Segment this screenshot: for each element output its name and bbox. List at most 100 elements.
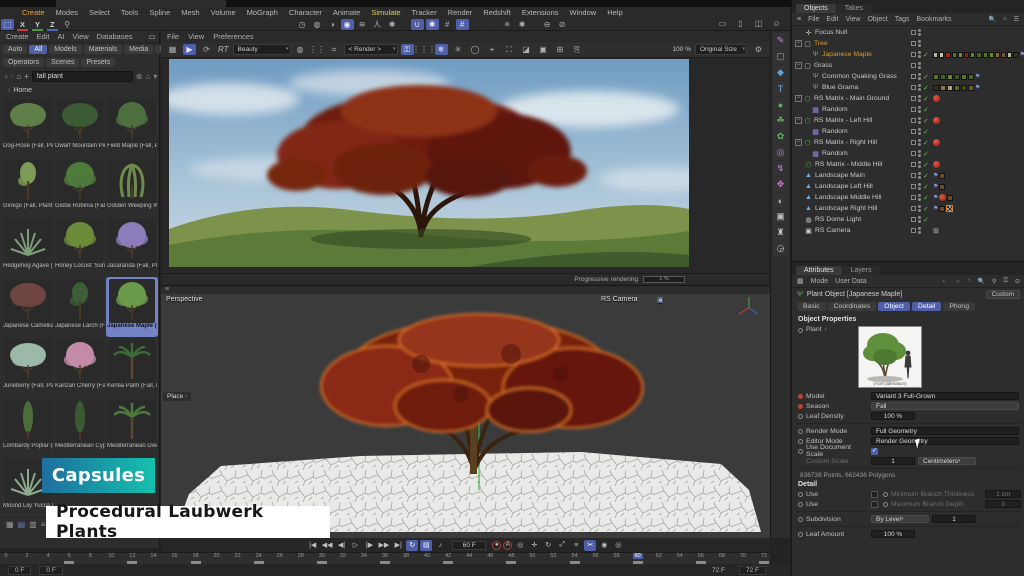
filter-icon[interactable]: ☰ (1014, 16, 1019, 23)
value-field[interactable]: 1 (871, 457, 915, 465)
enable-toggle[interactable] (911, 162, 916, 167)
expand-toggle[interactable]: − (795, 95, 802, 102)
redshift-object-tag[interactable] (933, 139, 940, 146)
end-frame-field[interactable]: 72 F (739, 566, 766, 575)
timeline-tick[interactable]: 34 (361, 553, 367, 559)
grid-icon[interactable]: # (441, 19, 454, 30)
phong-tag[interactable]: ⚑ (933, 172, 938, 179)
visibility-dots[interactable] (918, 150, 921, 157)
timeline-tick[interactable]: 40 (424, 553, 430, 559)
back-icon[interactable]: ‹ (5, 72, 8, 81)
timeline-tick[interactable]: 72 (761, 553, 767, 559)
solo-off-button[interactable]: ◉ (598, 540, 610, 551)
snap-magnet-icon[interactable]: ∪ (411, 19, 424, 30)
object-row[interactable]: −⬡RS Matrix - Right Hill✓ (792, 137, 1024, 148)
timeline-tick[interactable]: 70 (740, 553, 746, 559)
refresh-icon[interactable]: ⟳ (200, 44, 213, 55)
attribute-value-field[interactable]: 100 % (871, 530, 915, 538)
object-row[interactable]: ▦Random✓ (792, 126, 1024, 137)
camera-label[interactable]: RS Camera (601, 296, 638, 303)
array-generator-icon[interactable]: ☘ (773, 113, 789, 128)
visibility-dots[interactable] (918, 227, 921, 234)
layout-window-icon[interactable]: ▭ (716, 18, 729, 29)
material-swatch[interactable] (945, 52, 950, 58)
plant-item[interactable]: Japanese Camellia (Fal... (2, 277, 54, 337)
material-swatch[interactable] (933, 52, 938, 58)
menu-create[interactable]: Create (22, 8, 45, 17)
timeline-tick[interactable]: 16 (171, 553, 177, 559)
sim-active-icon[interactable]: ◉ (341, 19, 354, 30)
render-check[interactable]: ✓ (923, 139, 931, 147)
plant-item[interactable]: Lombardy Poplar (Fall... (2, 397, 54, 457)
playhead[interactable]: 60 (633, 553, 643, 559)
play-button[interactable]: ▷ (350, 540, 362, 551)
dock-icon[interactable]: ▭ (149, 32, 156, 41)
object-row[interactable]: ▣RS Camera⊞ (792, 225, 1024, 236)
menu-render[interactable]: Render (448, 8, 473, 17)
volume-cube-icon[interactable]: ◆ (773, 65, 789, 80)
timeline-tick[interactable]: 14 (150, 553, 156, 559)
timeline-tick[interactable]: 64 (677, 553, 683, 559)
object-row[interactable]: ▲Landscape Left Hill✓⚑ (792, 181, 1024, 192)
timeline-tick[interactable]: 24 (256, 553, 262, 559)
object-row[interactable]: ▲Landscape Main✓⚑ (792, 170, 1024, 181)
loop-mode-button[interactable]: ↻ (406, 540, 418, 551)
material-swatch[interactable] (968, 74, 974, 80)
plant-item[interactable]: Field Maple (Fall, Plant) (106, 97, 158, 157)
clear-search-icon[interactable]: ⊗ (136, 72, 143, 81)
timeline-tick[interactable]: 38 (403, 553, 409, 559)
plant-item[interactable]: Ginkgo (Fall, Plant) (2, 157, 54, 217)
object-row[interactable]: ΨBlue Grama✓⚑ (792, 82, 1024, 93)
material-swatch[interactable] (958, 52, 963, 58)
record-param-button[interactable]: ≡ (570, 540, 582, 551)
document-mode-button[interactable]: ▤ (420, 540, 432, 551)
object-row[interactable]: ▲Landscape Middle Hill✓⚑ (792, 192, 1024, 203)
primitive-cube-icon[interactable]: ▢ (773, 49, 789, 64)
timeline-ruler[interactable]: 0246810121416182022242628303234363840424… (0, 552, 770, 564)
timeline-tick[interactable]: 8 (89, 553, 92, 559)
obj-menu-object[interactable]: Object (867, 16, 887, 23)
object-row[interactable]: ΨJapanese Maple✓⚑ (792, 49, 1024, 60)
render-check[interactable]: ✓ (923, 117, 931, 125)
place-tool-chip[interactable]: Place › (163, 392, 191, 401)
view-label[interactable]: Perspective (166, 296, 203, 303)
timeline-tick[interactable]: 44 (466, 553, 472, 559)
material-swatch[interactable] (947, 195, 953, 201)
aov-icon[interactable]: ◍ (294, 44, 307, 55)
enable-toggle[interactable] (911, 129, 916, 134)
detail-view-icon[interactable]: ▥ (29, 520, 37, 529)
dim-tool2-icon[interactable]: ◌ (486, 19, 499, 30)
ab-menu-databases[interactable]: Databases (97, 32, 133, 41)
material-swatch[interactable] (1007, 52, 1012, 58)
visibility-dots[interactable] (918, 73, 921, 80)
timeline-tick[interactable]: 46 (487, 553, 493, 559)
menu-tracker[interactable]: Tracker (412, 8, 437, 17)
material-swatch[interactable] (970, 52, 975, 58)
material-swatch[interactable] (976, 52, 981, 58)
parameter-dot-icon[interactable] (798, 492, 803, 497)
material-swatch[interactable] (933, 74, 939, 80)
timeline-tick[interactable]: 54 (571, 553, 577, 559)
timeline-tick[interactable]: 6 (68, 553, 71, 559)
sort-icon[interactable]: ≡ (41, 520, 46, 529)
keyframe-dot-icon[interactable] (798, 404, 803, 409)
timeline-tick[interactable]: 50 (529, 553, 535, 559)
attr-tab-coordinates[interactable]: Coordinates (828, 302, 877, 311)
crop-icon[interactable]: ⌗ (328, 44, 341, 55)
forward-arrow-icon[interactable]: → (955, 278, 961, 284)
size-dropdown[interactable]: Original Size (695, 44, 747, 55)
material-swatch[interactable] (954, 85, 960, 91)
search-icon[interactable]: 🔍 (978, 278, 985, 285)
target-tag[interactable]: ⊞ (933, 227, 939, 235)
enable-toggle[interactable] (911, 184, 916, 189)
menu-animate[interactable]: Animate (333, 8, 361, 17)
timeline-tick[interactable]: 58 (614, 553, 620, 559)
timeline-tick[interactable]: 0 (4, 553, 7, 559)
visibility-dots[interactable] (918, 40, 921, 47)
attribute-value-field[interactable]: 100 % (871, 412, 915, 420)
object-row[interactable]: −▢Tree (792, 38, 1024, 49)
character-icon[interactable]: 人 (371, 19, 384, 30)
home-filter-icon[interactable]: ⌂ (1003, 16, 1007, 22)
parameter-dot-icon[interactable] (798, 532, 803, 537)
render-check[interactable]: ✓ (923, 161, 931, 169)
